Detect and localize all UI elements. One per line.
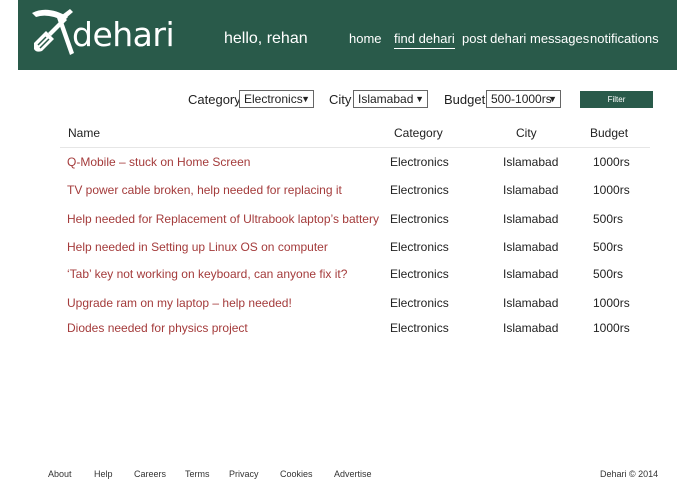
- table-row: Upgrade ram on my laptop – help needed! E…: [60, 289, 650, 317]
- listing-title-link[interactable]: Q-Mobile – stuck on Home Screen: [67, 155, 250, 169]
- user-greeting: hello, rehan: [224, 30, 308, 47]
- listing-title-link[interactable]: Upgrade ram on my laptop – help needed!: [67, 296, 292, 310]
- listing-title-link[interactable]: Help needed in Setting up Linux OS on co…: [67, 240, 328, 254]
- listing-budget: 1000rs: [593, 321, 630, 335]
- footer-link-privacy[interactable]: Privacy: [229, 469, 259, 480]
- table-row: ‘Tab’ key not working on keyboard, can a…: [60, 260, 650, 288]
- filter-button[interactable]: Filter: [580, 91, 653, 108]
- listing-category: Electronics: [390, 183, 449, 197]
- column-header-city: City: [516, 126, 537, 140]
- table-row: Help needed for Replacement of Ultrabook…: [60, 205, 650, 233]
- column-header-name: Name: [68, 126, 101, 140]
- listing-title-link[interactable]: TV power cable broken, help needed for r…: [67, 183, 342, 197]
- listing-category: Electronics: [390, 321, 449, 335]
- listing-city: Islamabad: [503, 155, 559, 169]
- listing-category: Electronics: [390, 240, 449, 254]
- pickaxe-shovel-icon: [32, 9, 74, 55]
- listing-city: Islamabad: [503, 267, 559, 281]
- column-header-category: Category: [394, 126, 443, 140]
- listing-category: Electronics: [390, 296, 449, 310]
- listing-budget: 1000rs: [593, 296, 630, 310]
- city-filter-label: City: [329, 92, 352, 107]
- listing-city: Islamabad: [503, 321, 559, 335]
- footer-link-cookies[interactable]: Cookies: [280, 469, 313, 480]
- listing-budget: 500rs: [593, 240, 624, 254]
- listing-city: Islamabad: [503, 212, 559, 226]
- city-select[interactable]: Islamabad ▼: [353, 90, 428, 108]
- nav-find-dehari[interactable]: find dehari: [394, 31, 455, 49]
- nav-messages[interactable]: messages: [530, 31, 589, 47]
- logo-wordmark: dehari: [72, 15, 175, 54]
- city-select-value: Islamabad: [358, 92, 414, 106]
- budget-filter-label: Budget: [444, 92, 486, 107]
- nav-post-dehari[interactable]: post dehari: [462, 31, 526, 47]
- table-row: Help needed in Setting up Linux OS on co…: [60, 233, 650, 261]
- table-row: Q-Mobile – stuck on Home Screen Electroni…: [60, 148, 650, 176]
- table-row: TV power cable broken, help needed for r…: [60, 176, 650, 204]
- listing-title-link[interactable]: ‘Tab’ key not working on keyboard, can a…: [67, 267, 347, 281]
- budget-select[interactable]: 500-1000rs ▼: [486, 90, 561, 108]
- budget-select-value: 500-1000rs: [491, 92, 552, 106]
- listing-city: Islamabad: [503, 240, 559, 254]
- logo[interactable]: dehari: [30, 7, 180, 59]
- nav-home[interactable]: home: [349, 31, 382, 47]
- footer: About Help Careers Terms Privacy Cookies…: [0, 469, 695, 483]
- category-select-value: Electronics: [244, 92, 303, 106]
- listing-category: Electronics: [390, 212, 449, 226]
- footer-link-help[interactable]: Help: [94, 469, 113, 480]
- listing-budget: 1000rs: [593, 183, 630, 197]
- listing-budget: 500rs: [593, 267, 624, 281]
- listing-category: Electronics: [390, 155, 449, 169]
- listing-city: Islamabad: [503, 296, 559, 310]
- triangle-down-icon: ▼: [548, 94, 557, 104]
- triangle-down-icon: ▼: [301, 94, 310, 104]
- listing-title-link[interactable]: Help needed for Replacement of Ultrabook…: [67, 212, 379, 226]
- table-header: Name Category City Budget: [60, 124, 650, 148]
- header-bar: dehari hello, rehan home find dehari pos…: [18, 0, 677, 70]
- footer-link-careers[interactable]: Careers: [134, 469, 166, 480]
- listing-title-link[interactable]: Diodes needed for physics project: [67, 321, 248, 335]
- category-filter-label: Category: [188, 92, 241, 107]
- triangle-down-icon: ▼: [415, 94, 424, 104]
- footer-link-advertise[interactable]: Advertise: [334, 469, 372, 480]
- footer-link-terms[interactable]: Terms: [185, 469, 210, 480]
- column-header-budget: Budget: [590, 126, 629, 140]
- table-row: Diodes needed for physics project Electro…: [60, 314, 650, 342]
- listing-category: Electronics: [390, 267, 449, 281]
- copyright: Dehari © 2014: [600, 469, 659, 479]
- listing-budget: 500rs: [593, 212, 624, 226]
- listing-budget: 1000rs: [593, 155, 630, 169]
- nav-notifications[interactable]: notifications: [590, 31, 659, 47]
- category-select[interactable]: Electronics ▼: [239, 90, 314, 108]
- listing-city: Islamabad: [503, 183, 559, 197]
- dehari-listings-table: Name Category City Budget Q-Mobile – stu…: [60, 124, 650, 342]
- footer-link-about[interactable]: About: [48, 469, 72, 480]
